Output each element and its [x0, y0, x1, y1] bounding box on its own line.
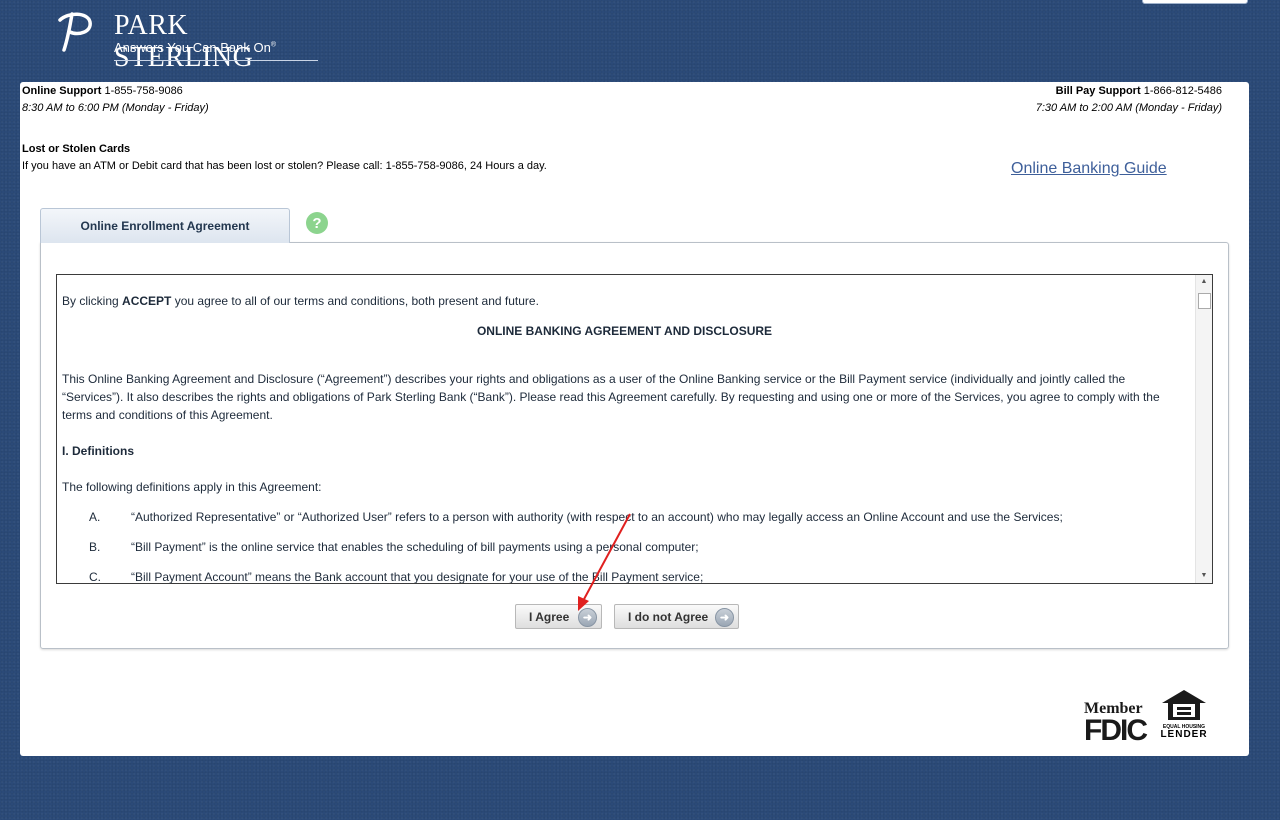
- definitions-intro: The following definitions apply in this …: [62, 480, 322, 494]
- online-support: Online Support 1-855-758-9086 8:30 AM to…: [22, 85, 209, 114]
- agreement-intro: By clicking ACCEPT you agree to all of o…: [62, 294, 539, 308]
- scroll-up-arrow-icon[interactable]: ▲: [1196, 275, 1212, 289]
- top-right-control[interactable]: [1142, 0, 1248, 4]
- member-fdic-logo: Member FDIC: [1084, 700, 1148, 747]
- logo-p-monogram-icon: [58, 12, 92, 52]
- i-do-not-agree-button[interactable]: I do not Agree ➜: [614, 604, 739, 629]
- brand-tagline: Answers You Can Bank On®: [114, 40, 276, 55]
- park-sterling-logo: PARK STERLING Answers You Can Bank On®: [50, 8, 330, 73]
- arrow-right-icon: ➜: [715, 608, 734, 627]
- agreement-scroll-area[interactable]: By clicking ACCEPT you agree to all of o…: [56, 274, 1213, 584]
- equal-housing-lender-logo: EQUAL HOUSING LENDER: [1160, 689, 1208, 740]
- i-agree-button[interactable]: I Agree ➜: [515, 604, 602, 629]
- logo-underline: [114, 60, 318, 61]
- agreement-container: By clicking ACCEPT you agree to all of o…: [40, 242, 1229, 649]
- bill-pay-support: Bill Pay Support 1-866-812-5486 7:30 AM …: [1035, 85, 1222, 114]
- main-panel: Online Support 1-855-758-9086 8:30 AM to…: [20, 82, 1249, 756]
- arrow-right-icon: ➜: [578, 608, 597, 627]
- equal-housing-house-icon: [1162, 690, 1206, 720]
- section-heading: I. Definitions: [62, 444, 134, 458]
- online-banking-guide-link[interactable]: Online Banking Guide: [1011, 160, 1167, 178]
- agreement-heading: ONLINE BANKING AGREEMENT AND DISCLOSURE: [476, 324, 773, 338]
- agreement-paragraph: This Online Banking Agreement and Disclo…: [62, 372, 1160, 422]
- help-icon[interactable]: ?: [306, 212, 328, 234]
- scroll-down-arrow-icon[interactable]: ▼: [1196, 569, 1212, 583]
- tab-online-enrollment-agreement[interactable]: Online Enrollment Agreement: [40, 208, 290, 243]
- scroll-thumb[interactable]: [1198, 293, 1211, 309]
- lost-stolen-cards: Lost or Stolen Cards If you have an ATM …: [22, 143, 547, 172]
- scrollbar[interactable]: ▲ ▼: [1195, 275, 1212, 583]
